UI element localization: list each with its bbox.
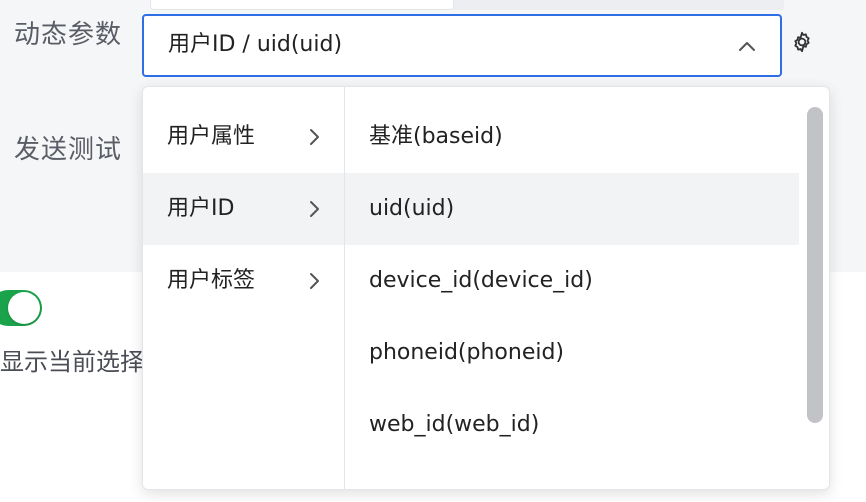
option-uid[interactable]: uid(uid) (345, 173, 799, 245)
chevron-right-icon (310, 273, 319, 289)
top-input-edge (150, 0, 454, 10)
options-scrollbar[interactable] (803, 99, 827, 479)
category-user-attributes[interactable]: 用户属性 (143, 101, 344, 173)
dynamic-param-label: 动态参数 (14, 20, 123, 50)
send-test-label: 发送测试 (14, 135, 123, 165)
toggle-label: 显示当前选择 (0, 348, 144, 376)
display-toggle[interactable] (0, 290, 42, 326)
category-label: 用户标签 (167, 268, 256, 293)
category-column: 用户属性 用户ID 用户标签 (143, 87, 345, 489)
option-baseid[interactable]: 基准(baseid) (345, 101, 799, 173)
scrollbar-thumb[interactable] (807, 107, 823, 423)
dynamic-param-select[interactable]: 用户ID / uid(uid) (142, 14, 782, 77)
cascader-dropdown: 用户属性 用户ID 用户标签 基准(baseid) uid(uid) devic… (142, 86, 830, 490)
toggle-knob (8, 292, 40, 324)
chevron-right-icon (310, 129, 319, 145)
option-label: 基准(baseid) (369, 124, 503, 149)
option-label: phoneid(phoneid) (369, 340, 565, 365)
option-column: 基准(baseid) uid(uid) device_id(device_id)… (345, 87, 829, 489)
select-value: 用户ID / uid(uid) (168, 32, 343, 57)
option-device-id[interactable]: device_id(device_id) (345, 245, 799, 317)
gear-icon[interactable] (790, 30, 814, 54)
top-bar-edge (454, 0, 784, 10)
option-web-id[interactable]: web_id(web_id) (345, 389, 799, 461)
category-user-tags[interactable]: 用户标签 (143, 245, 344, 317)
chevron-right-icon (310, 201, 319, 217)
option-label: device_id(device_id) (369, 268, 593, 293)
chevron-up-icon (739, 42, 755, 51)
category-label: 用户属性 (167, 124, 256, 149)
category-user-id[interactable]: 用户ID (143, 173, 344, 245)
option-label: uid(uid) (369, 196, 455, 221)
option-label: web_id(web_id) (369, 412, 540, 437)
option-phoneid[interactable]: phoneid(phoneid) (345, 317, 799, 389)
category-label: 用户ID (167, 196, 235, 221)
